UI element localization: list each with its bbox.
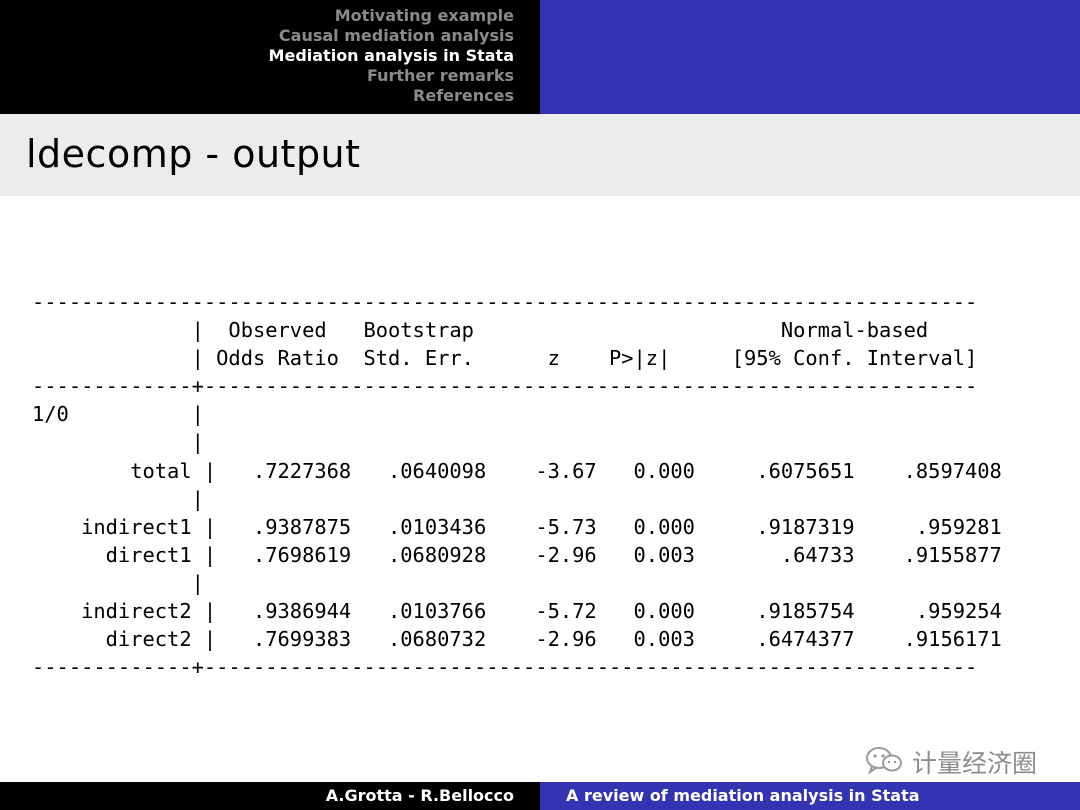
table-rule-top: ----------------------------------------…: [32, 290, 978, 314]
slide-footer: A.Grotta - R.Bellocco A review of mediat…: [0, 782, 1080, 810]
slide-header: Motivating example Causal mediation anal…: [0, 0, 1080, 114]
table-header-row-2: | Odds Ratio Std. Err. z P>|z| [95% Conf…: [32, 346, 978, 371]
watermark: 计量经济圈: [864, 744, 1037, 780]
nav-item-further-remarks[interactable]: Further remarks: [269, 66, 514, 86]
table-row-indirect2: indirect2 | .9386944 .0103766 -5.72 0.00…: [32, 599, 1002, 624]
table-row-group: 1/0 |: [32, 402, 204, 427]
frame-title-bar: ldecomp - output: [0, 114, 1080, 196]
wechat-icon: [864, 745, 904, 779]
table-row-indirect1: indirect1 | .9387875 .0103436 -5.73 0.00…: [32, 514, 1002, 539]
nav-item-causal-mediation-analysis[interactable]: Causal mediation analysis: [269, 26, 514, 46]
table-row-blank: |: [32, 570, 204, 595]
table-row-direct2: direct2 | .7699383 .0680732 -2.96 0.003 …: [32, 627, 1002, 652]
frame-title: ldecomp - output: [26, 132, 361, 176]
footer-right-panel: A review of mediation analysis in Stata: [540, 782, 1080, 810]
table-rule-header: -------------+--------------------------…: [32, 374, 978, 399]
nav-item-motivating-example[interactable]: Motivating example: [269, 6, 514, 26]
table-row-direct1: direct1 | .7698619 .0680928 -2.96 0.003 …: [32, 542, 1002, 567]
table-header-row-1: | Observed Bootstrap Normal-based: [32, 318, 929, 343]
stata-output-table: ----------------------------------------…: [32, 288, 1002, 681]
header-blue-panel: [540, 0, 1080, 114]
footer-title: A review of mediation analysis in Stata: [566, 786, 920, 805]
footer-authors: A.Grotta - R.Bellocco: [325, 786, 514, 805]
footer-left-panel: A.Grotta - R.Bellocco: [0, 782, 540, 810]
table-row-blank: |: [32, 430, 204, 455]
table-rule-bottom: -------------+--------------------------…: [32, 655, 978, 680]
section-navigation: Motivating example Causal mediation anal…: [269, 6, 514, 106]
watermark-text: 计量经济圈: [912, 749, 1038, 778]
table-row-total: total | .7227368 .0640098 -3.67 0.000 .6…: [32, 458, 1002, 483]
nav-item-references[interactable]: References: [269, 86, 514, 106]
header-nav-panel: Motivating example Causal mediation anal…: [0, 0, 540, 114]
table-row-blank: |: [32, 486, 204, 511]
nav-item-mediation-analysis-in-stata[interactable]: Mediation analysis in Stata: [269, 46, 514, 66]
